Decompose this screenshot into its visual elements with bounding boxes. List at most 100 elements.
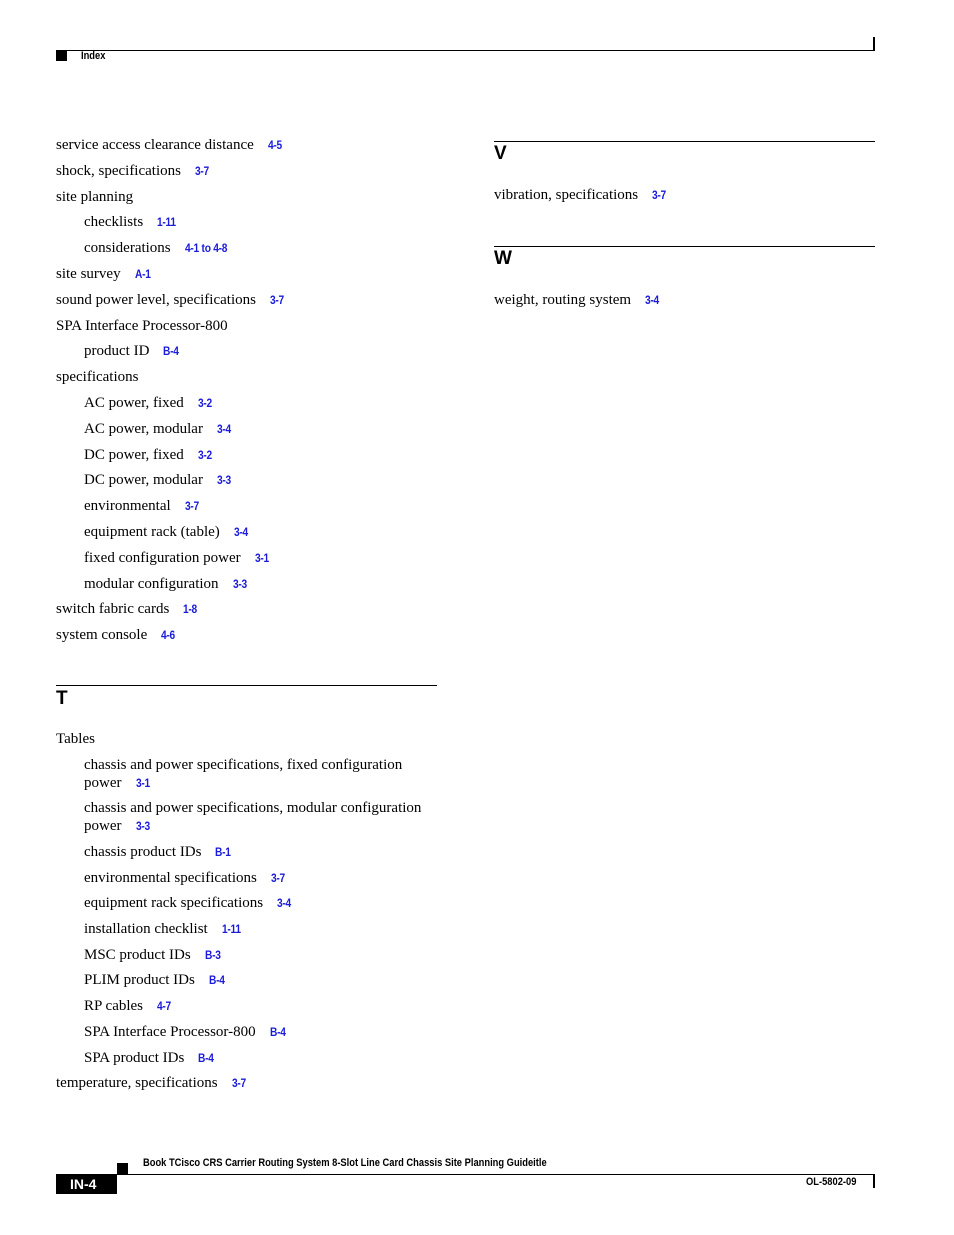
- index-entry: service access clearance distance 4-5: [56, 136, 284, 154]
- page-reference-link[interactable]: 3-7: [185, 497, 199, 515]
- index-entry-text: modular configuration: [84, 575, 219, 592]
- index-entry: installation checklist 1-11: [84, 920, 436, 938]
- page-reference-link[interactable]: 3-4: [217, 420, 231, 438]
- section-v-rule: [494, 141, 875, 142]
- page-reference-link[interactable]: 3-7: [195, 162, 209, 180]
- page-reference-link[interactable]: 3-4: [277, 894, 291, 912]
- page-reference-link[interactable]: B-4: [198, 1049, 214, 1067]
- page-reference-link[interactable]: 3-7: [232, 1074, 246, 1092]
- index-entry-text: product ID: [84, 343, 150, 360]
- index-entry-text: sound power level, specifications: [56, 291, 256, 308]
- index-entry-text: switch fabric cards: [56, 601, 170, 618]
- page-reference-link[interactable]: A-1: [135, 265, 151, 283]
- page-reference-link[interactable]: 3-7: [270, 291, 284, 309]
- header-rule: [56, 50, 875, 51]
- footer-marker: [117, 1163, 128, 1174]
- page-reference-link[interactable]: 4-7: [157, 997, 171, 1015]
- index-entry: DC power, fixed 3-2: [84, 446, 214, 464]
- page-reference-link[interactable]: B-3: [205, 946, 221, 964]
- index-entry: modular configuration 3-3: [84, 575, 249, 593]
- index-entry-text: RP cables: [84, 998, 144, 1014]
- index-entry-text: chassis and power specifications, modula…: [84, 800, 422, 834]
- index-entry-text: Tables: [56, 731, 95, 747]
- index-entry: vibration, specifications 3-7: [494, 186, 669, 204]
- index-entry-text: SPA Interface Processor-800: [56, 317, 228, 334]
- index-entry-text: temperature, specifications: [56, 1075, 218, 1091]
- page-reference-link[interactable]: 3-4: [645, 291, 659, 309]
- index-entry: chassis and power specifications, fixed …: [84, 756, 436, 792]
- index-entry: sound power level, specifications 3-7: [56, 291, 286, 309]
- page-reference-link[interactable]: 1-11: [157, 213, 176, 231]
- index-entry: switch fabric cards 1-8: [56, 600, 200, 618]
- page-reference-link[interactable]: 3-3: [217, 471, 231, 489]
- page-reference-link[interactable]: 4-1 to 4-8: [185, 239, 227, 257]
- page-reference-link[interactable]: 3-7: [271, 869, 285, 887]
- index-entry: temperature, specifications 3-7: [56, 1074, 436, 1092]
- index-entry-text: chassis product IDs: [84, 844, 202, 860]
- index-entry: environmental specifications 3-7: [84, 869, 436, 887]
- footer-book-title: Book TCisco CRS Carrier Routing System 8…: [143, 1157, 547, 1169]
- index-entry: chassis and power specifications, modula…: [84, 799, 436, 835]
- index-entry: equipment rack specifications 3-4: [84, 894, 436, 912]
- index-entry-text: DC power, fixed: [84, 446, 184, 463]
- index-entry: considerations 4-1 to 4-8: [84, 239, 234, 257]
- index-entry: chassis product IDs B-1: [84, 843, 436, 861]
- index-entry: specifications: [56, 368, 138, 386]
- index-entry: PLIM product IDs B-4: [84, 971, 436, 989]
- index-entry-text: site survey: [56, 266, 121, 282]
- index-entry: shock, specifications 3-7: [56, 162, 211, 180]
- index-entry: system console 4-6: [56, 626, 178, 644]
- page-reference-link[interactable]: 3-4: [234, 523, 248, 541]
- footer-doc-number: OL-5802-09: [806, 1176, 857, 1188]
- index-entry: SPA Interface Processor-800 B-4: [84, 1023, 436, 1041]
- page-reference-link[interactable]: B-1: [215, 843, 231, 861]
- index-entry: RP cables 4-7: [84, 997, 436, 1015]
- index-entry: equipment rack (table) 3-4: [84, 523, 250, 541]
- page-reference-link[interactable]: B-4: [209, 971, 225, 989]
- index-entry-text: environmental: [84, 498, 171, 515]
- section-t-letter: T: [56, 688, 68, 709]
- header-tick: [873, 37, 875, 51]
- index-entry: AC power, modular 3-4: [84, 420, 233, 438]
- index-entry-text: weight, routing system: [494, 292, 632, 308]
- index-entry: MSC product IDs B-3: [84, 946, 436, 964]
- page-reference-link[interactable]: 3-3: [136, 817, 150, 835]
- index-entry-text: specifications: [56, 369, 139, 386]
- index-entry-text: considerations: [84, 240, 171, 257]
- page-reference-link[interactable]: 3-2: [198, 446, 212, 464]
- index-entry: site survey A-1: [56, 265, 153, 283]
- section-w-rule: [494, 246, 875, 247]
- index-entry-text: vibration, specifications: [494, 187, 639, 203]
- page-reference-link[interactable]: 4-5: [268, 136, 282, 154]
- index-entry-text: PLIM product IDs: [84, 972, 195, 988]
- page-reference-link[interactable]: 1-11: [222, 920, 241, 938]
- index-entry: fixed configuration power 3-1: [84, 549, 271, 567]
- index-entry: environmental 3-7: [84, 497, 201, 515]
- index-entry: site planning: [56, 188, 133, 206]
- index-entry-text: SPA product IDs: [84, 1050, 185, 1066]
- index-entry-text: equipment rack specifications: [84, 895, 264, 911]
- index-entry-text: installation checklist: [84, 921, 208, 937]
- header-marker: [56, 51, 67, 61]
- page-reference-link[interactable]: 4-6: [161, 626, 175, 644]
- index-entry-text: SPA Interface Processor-800: [84, 1024, 256, 1040]
- page-reference-link[interactable]: B-4: [270, 1023, 286, 1041]
- page-reference-link[interactable]: 3-1: [255, 549, 269, 567]
- page-number-box: IN-4: [56, 1174, 117, 1194]
- index-entry: product ID B-4: [84, 342, 182, 360]
- index-entry: SPA Interface Processor-800: [56, 317, 228, 335]
- page-reference-link[interactable]: B-4: [163, 342, 179, 360]
- index-entry-text: site planning: [56, 188, 134, 205]
- section-v-letter: V: [494, 143, 507, 164]
- section-t-rule: [56, 685, 437, 686]
- index-entry-text: service access clearance distance: [56, 137, 254, 153]
- index-entry-text: MSC product IDs: [84, 947, 191, 963]
- index-entry-text: equipment rack (table): [84, 524, 220, 540]
- page-reference-link[interactable]: 3-3: [233, 575, 247, 593]
- index-entry-text: DC power, modular: [84, 472, 203, 489]
- page-reference-link[interactable]: 3-7: [652, 186, 666, 204]
- page-reference-link[interactable]: 3-1: [136, 774, 150, 792]
- page-reference-link[interactable]: 3-2: [198, 394, 212, 412]
- index-entry: weight, routing system 3-4: [494, 291, 662, 309]
- page-reference-link[interactable]: 1-8: [183, 600, 197, 618]
